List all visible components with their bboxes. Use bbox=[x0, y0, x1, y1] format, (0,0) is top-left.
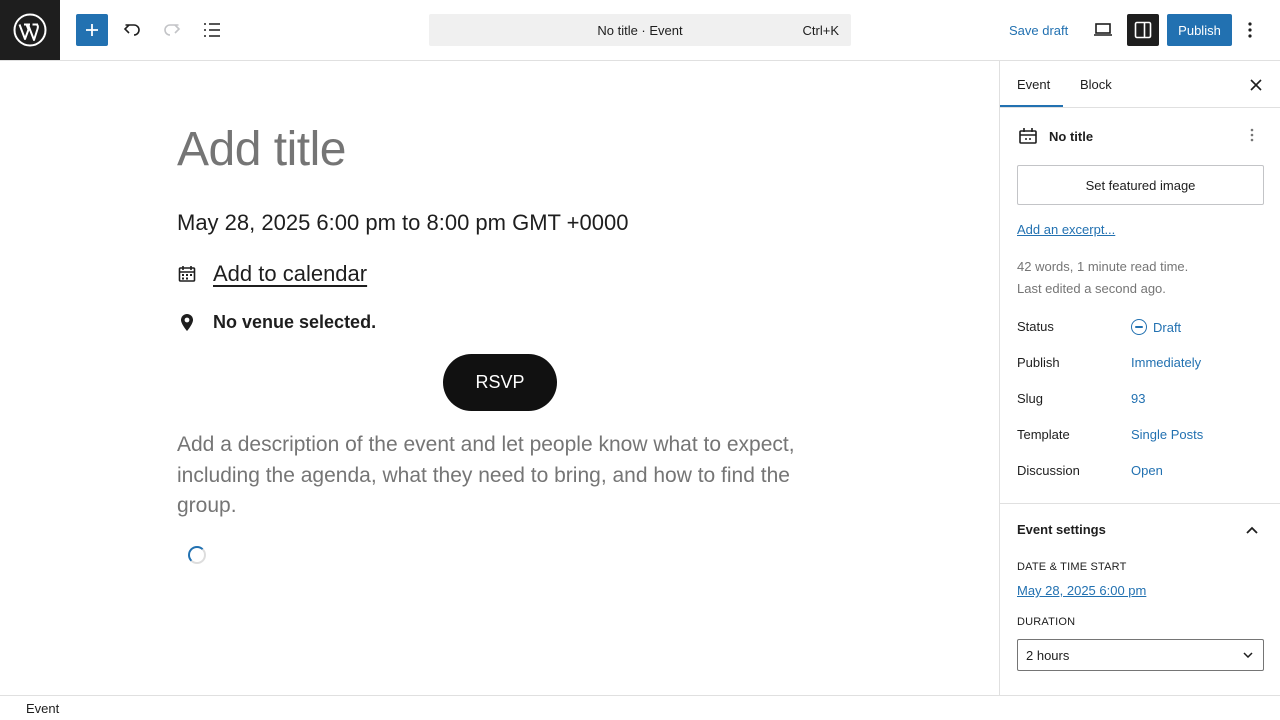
add-to-calendar-link[interactable]: Add to calendar bbox=[213, 261, 367, 287]
post-title-summary: No title bbox=[1049, 128, 1094, 144]
chevron-up-icon bbox=[1246, 526, 1258, 534]
active-tab-indicator bbox=[1000, 105, 1063, 107]
venue-row: No venue selected. bbox=[177, 308, 376, 336]
publish-label: Publish bbox=[1017, 355, 1060, 370]
slug-value[interactable]: 93 bbox=[1131, 391, 1145, 406]
discussion-label: Discussion bbox=[1017, 463, 1080, 478]
publish-button[interactable]: Publish bbox=[1167, 14, 1232, 46]
close-icon bbox=[1250, 79, 1262, 91]
event-settings-toggle[interactable] bbox=[1242, 520, 1262, 540]
undo-button[interactable] bbox=[116, 14, 148, 46]
template-label: Template bbox=[1017, 427, 1070, 442]
options-button[interactable] bbox=[1240, 14, 1260, 46]
editor-header: No title · Event Ctrl+K Save draft Publi… bbox=[0, 0, 1280, 61]
status-label: Status bbox=[1017, 319, 1054, 334]
date-time-start-label: DATE & TIME START bbox=[1017, 561, 1127, 573]
location-pin-icon bbox=[177, 312, 197, 332]
duration-value: 2 hours bbox=[1026, 648, 1070, 663]
date-time-start-link[interactable]: May 28, 2025 6:00 pm bbox=[1017, 583, 1146, 598]
undo-icon bbox=[123, 24, 140, 36]
document-overview-button[interactable] bbox=[196, 14, 228, 46]
duration-select[interactable]: 2 hours bbox=[1017, 639, 1264, 671]
close-sidebar-button[interactable] bbox=[1246, 75, 1266, 95]
description-placeholder[interactable]: Add a description of the event and let p… bbox=[177, 430, 827, 522]
divider bbox=[1000, 503, 1280, 504]
event-settings-title[interactable]: Event settings bbox=[1017, 522, 1106, 537]
discussion-value[interactable]: Open bbox=[1131, 463, 1163, 478]
settings-toggle-button[interactable] bbox=[1127, 14, 1159, 46]
redo-icon bbox=[164, 24, 181, 36]
post-summary-header: No title bbox=[1017, 125, 1093, 147]
slug-label: Slug bbox=[1017, 391, 1044, 406]
vertical-ellipsis-icon bbox=[1250, 128, 1254, 142]
loading-spinner-icon bbox=[188, 546, 206, 564]
post-meta-info: 42 words, 1 minute read time. Last edite… bbox=[1017, 256, 1188, 300]
event-post-type-icon bbox=[1017, 125, 1039, 147]
preview-button[interactable] bbox=[1087, 14, 1119, 46]
rsvp-button[interactable]: RSVP bbox=[443, 354, 557, 411]
word-count: 42 words, 1 minute read time. bbox=[1017, 259, 1189, 274]
add-block-button[interactable] bbox=[76, 14, 108, 46]
breadcrumb-item[interactable]: Event bbox=[26, 701, 59, 716]
sidebar-icon bbox=[1134, 21, 1152, 39]
post-title-input[interactable]: Add title bbox=[177, 122, 346, 177]
list-view-icon bbox=[204, 23, 220, 37]
chevron-down-icon bbox=[1241, 648, 1255, 662]
wordpress-icon bbox=[13, 13, 47, 47]
tab-event[interactable]: Event bbox=[1017, 77, 1050, 92]
plus-icon bbox=[86, 24, 98, 36]
set-featured-image-button[interactable]: Set featured image bbox=[1017, 165, 1264, 205]
document-title: No title · Event bbox=[597, 23, 683, 38]
post-actions-button[interactable] bbox=[1243, 125, 1261, 145]
desktop-icon bbox=[1094, 23, 1112, 36]
last-edited: Last edited a second ago. bbox=[1017, 281, 1166, 296]
template-value[interactable]: Single Posts bbox=[1131, 427, 1203, 442]
settings-sidebar: Event Block No title Set featured image … bbox=[999, 61, 1280, 695]
draft-status-icon bbox=[1131, 319, 1147, 335]
tab-block[interactable]: Block bbox=[1080, 77, 1112, 92]
keyboard-shortcut: Ctrl+K bbox=[802, 23, 839, 38]
venue-text[interactable]: No venue selected. bbox=[213, 312, 376, 333]
publish-value[interactable]: Immediately bbox=[1131, 355, 1201, 370]
command-palette-bar[interactable]: No title · Event Ctrl+K bbox=[429, 14, 851, 46]
block-breadcrumb-bar: Event bbox=[0, 695, 1280, 720]
redo-button[interactable] bbox=[156, 14, 188, 46]
wordpress-logo-icon[interactable] bbox=[0, 0, 60, 60]
sidebar-tabs: Event Block bbox=[1000, 61, 1280, 108]
status-value[interactable]: Draft bbox=[1131, 319, 1181, 335]
vertical-ellipsis-icon bbox=[1248, 22, 1252, 38]
duration-label: DURATION bbox=[1017, 616, 1076, 628]
event-datetime[interactable]: May 28, 2025 6:00 pm to 8:00 pm GMT +000… bbox=[177, 210, 628, 236]
calendar-icon bbox=[177, 264, 197, 284]
status-value-text: Draft bbox=[1153, 319, 1182, 335]
add-to-calendar-row: Add to calendar bbox=[177, 259, 367, 289]
save-draft-button[interactable]: Save draft bbox=[1009, 23, 1068, 38]
add-excerpt-link[interactable]: Add an excerpt... bbox=[1017, 222, 1115, 237]
